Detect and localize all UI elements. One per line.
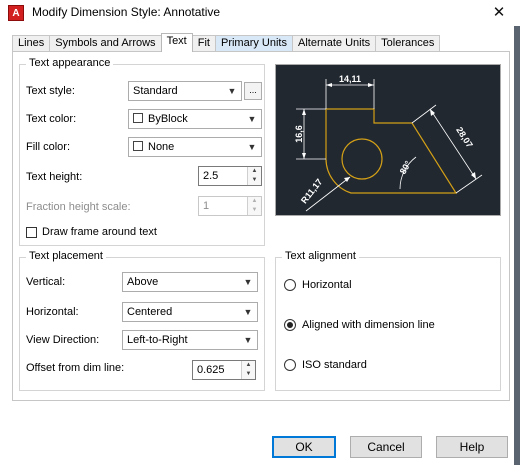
text-style-browse-button[interactable]: ... (244, 82, 262, 100)
horizontal-value: Centered (127, 306, 173, 318)
text-alignment-group: Text alignment Horizontal Aligned with d… (275, 250, 501, 391)
spinner-arrows[interactable]: ▲ ▼ (247, 167, 261, 185)
text-color-value: ByBlock (148, 113, 188, 125)
text-color-label: Text color: (26, 113, 77, 125)
spin-down-icon: ▼ (251, 207, 258, 213)
view-direction-value: Left-to-Right (127, 334, 188, 346)
text-height-label: Text height: (26, 171, 83, 183)
text-alignment-legend: Text alignment (282, 250, 359, 262)
offset-spinner[interactable]: 0.625 ▲ ▼ (192, 360, 256, 380)
dim-right-text: 28,07 (454, 125, 475, 149)
chevron-down-icon: ▼ (243, 277, 253, 287)
dim-radius-text: R11,17 (299, 177, 324, 206)
chevron-down-icon: ▼ (227, 86, 237, 96)
dim-left-text: 16,6 (294, 125, 304, 143)
background-window-edge (514, 26, 520, 465)
dimension-preview: 14,11 16,6 28,07 80° R11,17 (275, 64, 501, 216)
color-swatch-icon (133, 141, 143, 151)
spin-up-icon[interactable]: ▲ (242, 361, 255, 370)
offset-value: 0.625 (197, 364, 225, 376)
tab-strip: Lines Symbols and Arrows Text Fit Primar… (12, 33, 441, 52)
text-tab-panel: Text appearance Text style: Standard ▼ .… (12, 51, 510, 401)
dialog-title: Modify Dimension Style: Annotative (32, 5, 221, 19)
horizontal-dropdown[interactable]: Centered ▼ (122, 302, 258, 322)
fraction-height-scale-value: 1 (203, 200, 210, 212)
ok-button[interactable]: OK (272, 436, 336, 458)
vertical-dropdown[interactable]: Above ▼ (122, 272, 258, 292)
spin-up-icon: ▲ (251, 198, 258, 204)
fill-color-value: None (148, 141, 175, 153)
view-direction-label: View Direction: (26, 334, 100, 346)
fill-color-label: Fill color: (26, 141, 71, 153)
radio-iso-standard-label[interactable]: ISO standard (302, 359, 367, 371)
draw-frame-label[interactable]: Draw frame around text (42, 226, 157, 238)
radio-horizontal[interactable] (284, 279, 296, 291)
chevron-down-icon: ▼ (243, 307, 253, 317)
tab-alternate-units[interactable]: Alternate Units (292, 35, 377, 52)
tab-symbols-and-arrows[interactable]: Symbols and Arrows (49, 35, 162, 52)
spin-up-icon[interactable]: ▲ (248, 167, 261, 176)
tab-primary-units[interactable]: Primary Units (214, 35, 293, 52)
help-button[interactable]: Help (436, 436, 508, 458)
spin-down-icon[interactable]: ▼ (242, 370, 255, 379)
dim-top-text: 14,11 (339, 74, 361, 84)
vertical-label: Vertical: (26, 276, 66, 288)
text-style-value: Standard (133, 85, 178, 97)
text-placement-group: Text placement Vertical: Above ▼ Horizon… (19, 250, 265, 391)
text-color-dropdown[interactable]: ByBlock ▼ (128, 109, 262, 129)
chevron-down-icon: ▼ (243, 335, 253, 345)
color-swatch-icon (133, 113, 143, 123)
radio-horizontal-label[interactable]: Horizontal (302, 279, 352, 291)
text-style-label: Text style: (26, 85, 75, 97)
fill-color-dropdown[interactable]: None ▼ (128, 137, 262, 157)
radio-iso-standard[interactable] (284, 359, 296, 371)
text-placement-legend: Text placement (26, 250, 106, 262)
title-bar: A Modify Dimension Style: Annotative ✕ (0, 0, 520, 26)
text-appearance-group: Text appearance Text style: Standard ▼ .… (19, 57, 265, 246)
spin-down-icon[interactable]: ▼ (248, 176, 261, 185)
text-style-dropdown[interactable]: Standard ▼ (128, 81, 242, 101)
radio-aligned-label[interactable]: Aligned with dimension line (302, 319, 435, 331)
part-hole (341, 138, 383, 180)
autocad-app-icon: A (8, 5, 24, 21)
text-appearance-legend: Text appearance (26, 57, 114, 69)
offset-label: Offset from dim line: (26, 362, 125, 374)
dimension-preview-drawing: 14,11 16,6 28,07 80° R11,17 (294, 74, 483, 212)
radio-selected-dot (287, 322, 293, 328)
radio-aligned-with-dimension-line[interactable] (284, 319, 296, 331)
fraction-height-scale-spinner: 1 ▲ ▼ (198, 196, 262, 216)
close-button[interactable]: ✕ (486, 1, 512, 23)
tab-tolerances[interactable]: Tolerances (375, 35, 441, 52)
horizontal-label: Horizontal: (26, 306, 79, 318)
text-height-spinner[interactable]: 2.5 ▲ ▼ (198, 166, 262, 186)
tab-text[interactable]: Text (160, 33, 193, 52)
text-height-value: 2.5 (203, 170, 219, 182)
fraction-height-scale-label: Fraction height scale: (26, 201, 131, 213)
tab-fit[interactable]: Fit (191, 35, 216, 52)
spinner-arrows: ▲ ▼ (247, 197, 261, 215)
view-direction-dropdown[interactable]: Left-to-Right ▼ (122, 330, 258, 350)
tab-lines[interactable]: Lines (12, 35, 51, 52)
chevron-down-icon: ▼ (247, 142, 257, 152)
chevron-down-icon: ▼ (247, 114, 257, 124)
spinner-arrows[interactable]: ▲ ▼ (241, 361, 255, 379)
draw-frame-checkbox[interactable] (26, 227, 37, 238)
vertical-value: Above (127, 276, 159, 288)
cancel-button[interactable]: Cancel (350, 436, 422, 458)
